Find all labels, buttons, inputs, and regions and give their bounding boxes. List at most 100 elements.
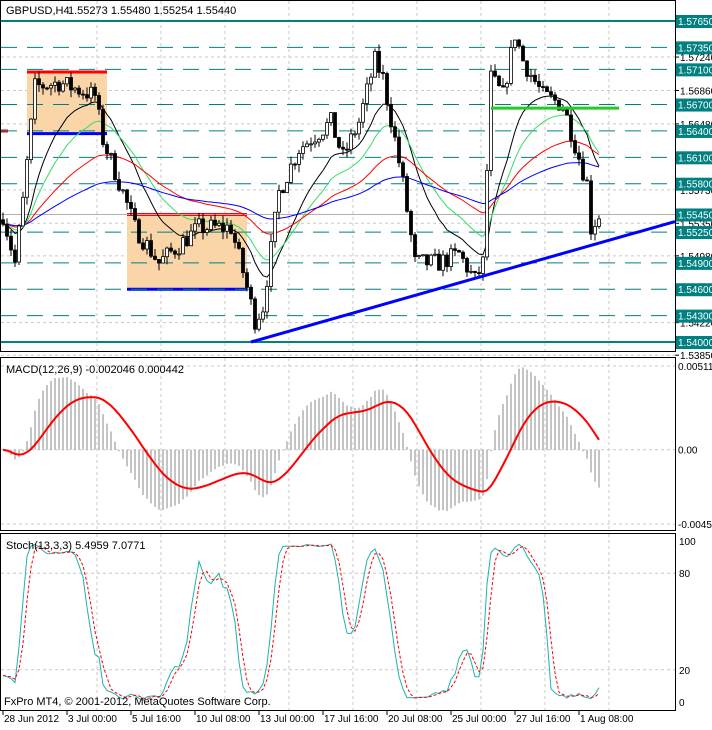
candle-bear (293, 163, 297, 166)
candle-bear (1, 219, 5, 225)
candle-bear (569, 114, 573, 141)
candle-bear (445, 254, 449, 267)
candle-bear (233, 233, 237, 243)
range-box (127, 214, 247, 290)
candle-bull (189, 230, 193, 247)
candle-bull (485, 170, 489, 258)
candle-bull (321, 134, 325, 140)
stoch-axis-label: 0 (679, 698, 685, 709)
candle-bull (505, 83, 509, 88)
time-label: 10 Jul 08:00 (196, 714, 251, 725)
candle-bear (137, 219, 141, 244)
candle-bull (161, 256, 165, 264)
candle-bear (133, 208, 137, 221)
level-label: 1.57650 (678, 17, 712, 28)
candle-bear (37, 78, 41, 86)
candle-bull (361, 103, 365, 123)
level-label: 1.56700 (678, 101, 712, 112)
copyright-label: FxPro MT4, © 2001-2012, MetaQuotes Softw… (4, 696, 271, 708)
price-axis-label: 1.57240 (680, 53, 712, 64)
candle-bull (509, 47, 513, 84)
candle-bull (53, 81, 57, 86)
candle-bull (21, 196, 25, 227)
candle-bear (117, 179, 121, 191)
candle-bull (513, 39, 517, 48)
macd-panel[interactable] (2, 367, 600, 511)
candle-bear (281, 190, 285, 194)
candle-bear (169, 247, 173, 252)
price-panel[interactable] (0, 20, 675, 344)
candle-bear (245, 272, 249, 288)
trading-chart[interactable]: 28 Jun 2012 3 Jul 00:00 5 Jul 16:00 10 Jul … (0, 0, 712, 725)
candle-bear (517, 39, 521, 47)
stoch-axis-label: 80 (679, 569, 691, 580)
macd-label: MACD(12,26,9) -0.002046 0.000442 (6, 364, 184, 376)
level-label: 1.56400 (678, 127, 712, 138)
candle-bear (377, 50, 381, 73)
candle-bear (473, 270, 477, 273)
macd-axis-label: 0.005111 (678, 362, 712, 373)
candle-bull (369, 76, 373, 85)
candle-bear (453, 248, 457, 251)
stochastic-panel[interactable] (2, 543, 600, 702)
candle-bull (433, 253, 437, 256)
level-label: 1.54300 (678, 312, 712, 323)
candle-bull (417, 255, 421, 258)
candle-bear (153, 255, 157, 260)
candle-bear (465, 258, 469, 273)
level-label: 1.55450 (678, 210, 712, 221)
candle-bear (393, 126, 397, 138)
candle-bear (105, 144, 109, 154)
candle-bear (461, 251, 465, 259)
candle-bear (477, 272, 481, 274)
candle-bear (13, 249, 17, 263)
candle-bull (353, 133, 357, 136)
candle-bull (17, 225, 21, 263)
candle-bear (389, 103, 393, 128)
candle-bear (577, 152, 581, 160)
candle-bear (341, 146, 345, 150)
level-label: 1.54900 (678, 259, 712, 270)
candle-bull (289, 163, 293, 183)
time-label: 17 Jul 16:00 (324, 714, 379, 725)
time-label: 27 Jul 16:00 (516, 714, 571, 725)
candle-bull (441, 254, 445, 271)
candle-bear (549, 91, 553, 96)
time-label: 25 Jul 00:00 (452, 714, 507, 725)
candle-bull (269, 241, 273, 287)
candle-bear (521, 45, 525, 62)
candle-bear (93, 86, 97, 96)
candle-bull (373, 50, 377, 78)
candle-bear (141, 242, 145, 250)
time-label: 1 Aug 08:00 (580, 714, 634, 725)
candle-bear (337, 137, 341, 148)
candle-bear (237, 241, 241, 249)
candle-bull (329, 112, 333, 123)
candle-bull (29, 118, 33, 161)
stoch-axis-label: 100 (679, 537, 696, 548)
stoch-axis-label: 20 (679, 666, 691, 677)
candle-bear (457, 250, 461, 253)
level-label: 1.54000 (678, 338, 712, 349)
candle-bull (277, 190, 281, 213)
candle-bull (49, 85, 53, 89)
candle-bear (253, 298, 257, 330)
time-label: 5 Jul 16:00 (132, 714, 181, 725)
candle-bull (297, 153, 301, 165)
candle-bear (41, 84, 45, 89)
candle-bear (413, 234, 417, 258)
candle-bear (221, 222, 225, 232)
candle-bull (357, 121, 361, 135)
candle-bull (365, 83, 369, 104)
candle-bull (197, 218, 201, 225)
candle-bull (209, 219, 213, 231)
candle-bear (333, 112, 337, 138)
candle-bull (273, 211, 277, 243)
level-label: 1.54600 (678, 285, 712, 296)
candle-bear (157, 259, 161, 264)
candle-bear (57, 81, 61, 92)
candle-bear (545, 86, 549, 93)
candle-bull (109, 153, 113, 155)
candle-bear (385, 73, 389, 105)
candle-bull (145, 240, 149, 250)
